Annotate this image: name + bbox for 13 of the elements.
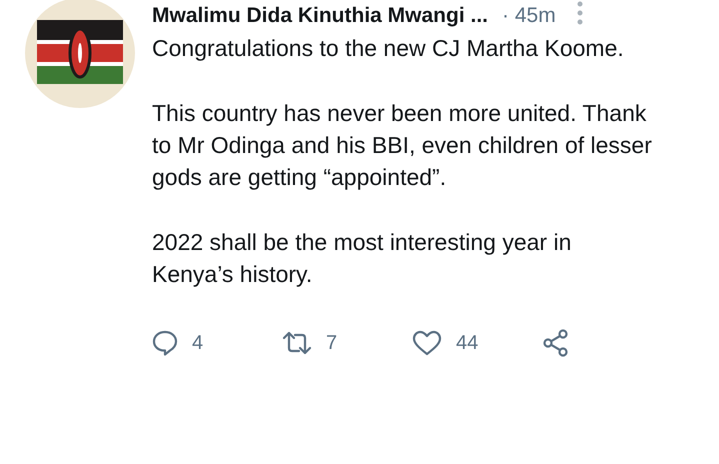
tweet-paragraph: This country has never been more united. Thank to Mr Odinga and his BBI, even children of lesser gods are getting “appointed”. (152, 99, 653, 192)
heart-icon[interactable] (412, 330, 442, 356)
share-icon[interactable] (542, 329, 570, 357)
action-count: 44 (456, 332, 478, 354)
action-count: 7 (326, 332, 338, 354)
tweet-paragraph: Congratulations to the new CJ Martha Koome. (152, 34, 625, 63)
tweet-paragraph: 2022 shall be the most interesting year in Kenya’s history. (152, 228, 572, 289)
post-time: · 45m (502, 4, 556, 28)
speech-bubble-icon[interactable] (152, 330, 178, 356)
flag-avatar-icon[interactable] (25, 0, 135, 108)
action-count: 4 (192, 332, 204, 354)
author-name[interactable]: Mwalimu Dida Kinuthia Mwangi ... (152, 4, 488, 28)
retweet-icon[interactable] (282, 330, 312, 356)
